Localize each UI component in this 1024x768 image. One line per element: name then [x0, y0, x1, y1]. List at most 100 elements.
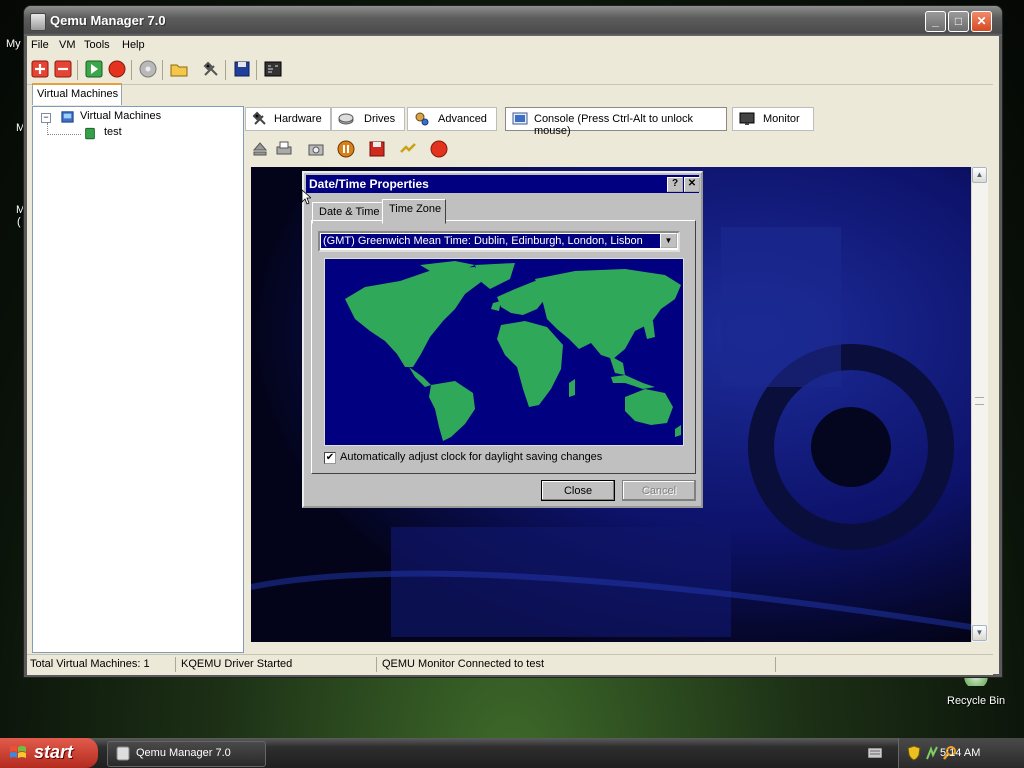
network-icon[interactable] — [925, 745, 939, 761]
help-button[interactable]: ? — [667, 177, 683, 192]
tab-monitor[interactable]: Monitor — [732, 107, 814, 131]
taskbar-qemu-label: Qemu Manager 7.0 — [136, 747, 231, 759]
dst-checkbox-label[interactable]: Automatically adjust clock for daylight … — [340, 451, 602, 463]
world-map-image — [345, 261, 681, 441]
qemu-manager-window: Qemu Manager 7.0 _ □ ✕ File VM Tools Hel… — [24, 6, 1002, 677]
desktop-icon-label[interactable]: ( — [17, 216, 21, 228]
menu-tools[interactable]: Tools — [84, 39, 110, 51]
dropdown-arrow-icon[interactable]: ▼ — [660, 233, 677, 248]
tab-label: Virtual Machines — [37, 88, 119, 100]
tab-hardware[interactable]: Hardware — [245, 107, 331, 131]
toolbar-separator — [225, 60, 226, 80]
timezone-select[interactable]: (GMT) Greenwich Mean Time: Dublin, Edinb… — [318, 231, 680, 252]
screenshot-icon[interactable] — [307, 140, 325, 158]
console-icon[interactable] — [264, 60, 282, 78]
print-icon[interactable] — [275, 140, 293, 158]
vm-tree: − Virtual Machines test — [32, 106, 244, 653]
dialog-title-bar[interactable]: Date/Time Properties ? ✕ — [306, 175, 700, 193]
hardware-icon — [252, 111, 266, 125]
menu-help[interactable]: Help — [122, 39, 145, 51]
tab-time-zone-label: Time Zone — [389, 203, 442, 215]
status-total-vms: Total Virtual Machines: 1 — [30, 658, 150, 670]
status-divider — [376, 657, 377, 672]
scroll-up-icon[interactable]: ▲ — [972, 167, 987, 183]
title-bar[interactable]: Qemu Manager 7.0 _ □ ✕ — [24, 6, 1002, 36]
disc-icon[interactable] — [139, 60, 157, 78]
tab-monitor-label: Monitor — [763, 113, 800, 125]
clock[interactable]: 5:14 AM — [940, 747, 980, 759]
remove-vm-icon[interactable] — [54, 60, 72, 78]
window-title: Qemu Manager 7.0 — [50, 13, 166, 28]
toolbar-separator — [162, 60, 163, 80]
recycle-bin-label[interactable]: Recycle Bin — [947, 695, 1005, 707]
start-vm-icon[interactable] — [85, 60, 103, 78]
save-state-icon[interactable] — [368, 140, 386, 158]
mouse-cursor-icon — [301, 189, 311, 205]
datetime-dialog: Date/Time Properties ? ✕ Date & Time Tim… — [302, 171, 703, 508]
drives-icon — [338, 113, 354, 125]
status-driver: KQEMU Driver Started — [181, 658, 293, 670]
tree-expander[interactable]: − — [41, 113, 51, 123]
tab-console[interactable]: Console (Press Ctrl-Alt to unlock mouse) — [505, 107, 727, 137]
dialog-close-icon[interactable]: ✕ — [684, 177, 700, 192]
scroll-down-icon[interactable]: ▼ — [972, 625, 987, 641]
menu-file[interactable]: File — [31, 39, 49, 51]
power-icon[interactable] — [399, 140, 417, 158]
advanced-icon — [415, 112, 429, 126]
tab-advanced-label: Advanced — [438, 113, 487, 125]
toolbar-separator — [256, 60, 257, 80]
keyboard-icon[interactable] — [868, 748, 882, 758]
vm-console-screen[interactable]: Date/Time Properties ? ✕ Date & Time Tim… — [251, 167, 971, 642]
dialog-title: Date/Time Properties — [309, 177, 429, 191]
tree-item-test[interactable]: test — [102, 126, 124, 138]
app-icon — [116, 746, 130, 761]
tab-hardware-label: Hardware — [274, 113, 322, 125]
tree-line — [47, 134, 81, 136]
monitor-icon — [739, 112, 755, 125]
dst-checkbox[interactable]: ✔ — [324, 452, 336, 464]
security-shield-icon[interactable] — [907, 745, 921, 761]
minimize-button[interactable]: _ — [925, 11, 946, 32]
settings-icon[interactable] — [202, 60, 220, 78]
toolbar-separator — [77, 60, 78, 80]
close-button[interactable]: ✕ — [971, 11, 992, 32]
pause-icon[interactable] — [337, 140, 355, 158]
tab-virtual-machines[interactable]: Virtual Machines — [32, 83, 122, 105]
timezone-value: (GMT) Greenwich Mean Time: Dublin, Edinb… — [321, 234, 661, 248]
tab-drives-label: Drives — [364, 113, 396, 125]
status-monitor: QEMU Monitor Connected to test — [382, 658, 545, 670]
status-divider — [175, 657, 176, 672]
cancel-button[interactable]: Cancel — [622, 480, 696, 501]
console-vertical-scrollbar[interactable]: ▲ ▼ — [971, 167, 988, 642]
close-dialog-button[interactable]: Close — [541, 480, 615, 501]
start-label: start — [34, 742, 74, 762]
vm-icon — [85, 127, 95, 140]
add-vm-icon[interactable] — [31, 60, 49, 78]
main-toolbar — [27, 56, 993, 85]
app-icon[interactable] — [30, 13, 46, 31]
status-bar: Total Virtual Machines: 1 KQEMU Driver S… — [27, 654, 993, 675]
stop-icon[interactable] — [430, 140, 448, 158]
menu-bar: File VM Tools Help — [27, 36, 993, 56]
save-icon[interactable] — [233, 60, 251, 78]
tab-console-label: Console (Press Ctrl-Alt to unlock mouse) — [534, 113, 693, 137]
console-icon — [512, 112, 528, 125]
maximize-button[interactable]: □ — [948, 11, 969, 32]
tab-advanced[interactable]: Advanced — [407, 107, 497, 131]
stop-vm-icon[interactable] — [108, 60, 126, 78]
toolbar-separator — [131, 60, 132, 80]
menu-vm[interactable]: VM — [59, 39, 76, 51]
scroll-thumb-grip[interactable] — [975, 397, 984, 405]
eject-icon[interactable] — [251, 140, 269, 158]
desktop-icon-label-my[interactable]: My — [6, 38, 21, 50]
taskbar-qemu-button[interactable]: Qemu Manager 7.0 — [107, 741, 266, 767]
status-divider — [775, 657, 776, 672]
tab-drives[interactable]: Drives — [331, 107, 405, 131]
world-map — [324, 258, 684, 446]
vm-folder-icon — [61, 111, 74, 123]
tree-root-label[interactable]: Virtual Machines — [80, 110, 161, 122]
tab-time-zone[interactable]: Time Zone — [382, 199, 446, 224]
taskbar: start Qemu Manager 7.0 5:14 AM — [0, 738, 1024, 768]
open-folder-icon[interactable] — [170, 60, 188, 78]
start-button[interactable]: start — [0, 738, 98, 768]
